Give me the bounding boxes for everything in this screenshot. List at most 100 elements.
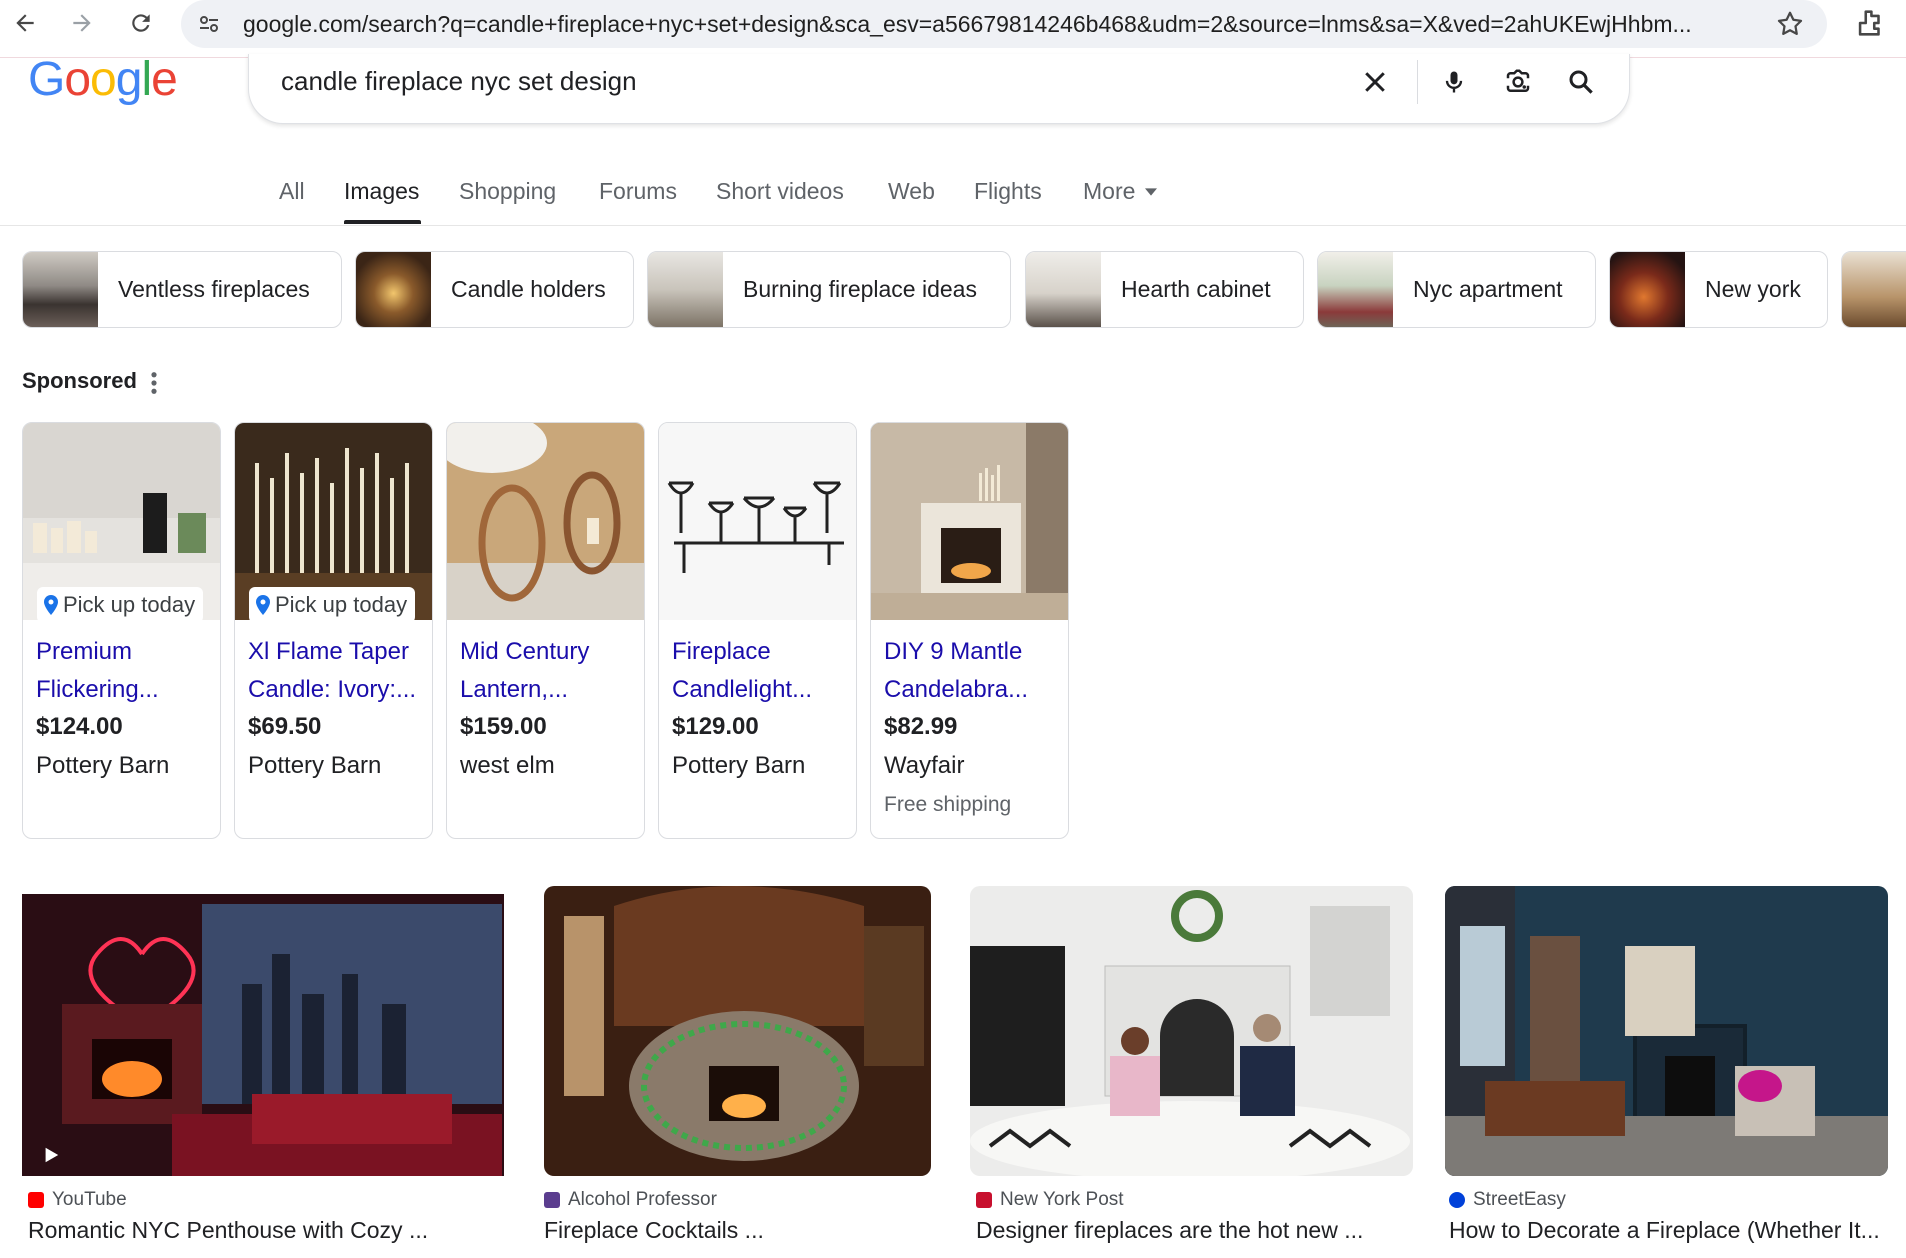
bookmark-star-icon[interactable]	[1775, 9, 1805, 39]
result-image	[1445, 886, 1888, 1176]
result-title[interactable]: Romantic NYC Penthouse with Cozy ...	[28, 1217, 428, 1244]
more-options-icon[interactable]	[150, 370, 164, 396]
streeteasy-icon	[1449, 1192, 1465, 1208]
result-source-name: Alcohol Professor	[568, 1189, 717, 1210]
chip-thumbnail	[648, 252, 723, 327]
result-title[interactable]: How to Decorate a Fireplace (Whether It.…	[1449, 1217, 1889, 1244]
search-tabs: All Images Shopping Forums Short videos …	[0, 170, 1906, 226]
product-store: west elm	[460, 752, 555, 779]
product-price: $159.00	[460, 713, 547, 740]
chip-label: Burning fireplace ideas	[743, 276, 977, 302]
result-source: New York Post	[976, 1189, 1124, 1211]
back-icon[interactable]	[5, 3, 45, 43]
product-title-line: Candle: Ivory:...	[248, 676, 417, 703]
result-source-name: New York Post	[1000, 1189, 1124, 1210]
product-title-line: Mid Century	[460, 638, 590, 665]
product-title-line: DIY 9 Mantle	[884, 638, 1023, 665]
result-image	[970, 886, 1413, 1176]
search-input[interactable]: candle fireplace nyc set design	[281, 66, 637, 97]
result-source: YouTube	[28, 1189, 127, 1211]
result-title[interactable]: Fireplace Cocktails ...	[544, 1217, 764, 1244]
product-title-line: Flickering...	[36, 676, 159, 703]
chip-ventless-fireplaces[interactable]: Ventless fireplaces	[22, 251, 342, 328]
address-bar[interactable]: google.com/search?q=candle+fireplace+nyc…	[181, 0, 1827, 48]
product-image	[447, 423, 644, 620]
product-title-line: Premium	[36, 638, 133, 665]
shipping-info: Free shipping	[884, 793, 1012, 816]
product-card[interactable]: Fireplace Candlelight... $129.00 Pottery…	[658, 422, 857, 839]
result-source-name: StreetEasy	[1473, 1189, 1566, 1210]
product-price: $69.50	[248, 713, 322, 740]
product-title[interactable]: Xl Flame Taper Candle: Ivory:...	[248, 633, 428, 709]
tab-more-label: More	[1083, 178, 1136, 204]
product-card[interactable]: Mid Century Lantern,... $159.00 west elm	[446, 422, 645, 839]
logo-letter: l	[141, 53, 152, 106]
tab-short-videos[interactable]: Short videos	[716, 178, 844, 205]
chip-label: Nyc apartment	[1413, 276, 1563, 302]
clear-icon[interactable]	[1357, 64, 1393, 100]
product-card[interactable]: DIY 9 Mantle Candelabra... $82.99 Wayfai…	[870, 422, 1069, 839]
chip-label: Candle holders	[451, 276, 606, 302]
chip-thumbnail	[356, 252, 431, 327]
tab-images[interactable]: Images	[344, 178, 419, 205]
alcohol-professor-icon	[544, 1192, 560, 1208]
youtube-icon	[28, 1192, 44, 1208]
pickup-text: Pick up today	[275, 592, 408, 617]
site-settings-icon[interactable]	[195, 10, 223, 38]
product-price: $82.99	[884, 713, 958, 740]
product-store: Pottery Barn	[248, 752, 382, 779]
product-title[interactable]: Mid Century Lantern,...	[460, 633, 640, 709]
product-title-line: Xl Flame Taper	[248, 638, 409, 665]
tab-flights[interactable]: Flights	[974, 178, 1042, 205]
result-title[interactable]: Designer fireplaces are the hot new ...	[976, 1217, 1363, 1244]
product-title[interactable]: Fireplace Candlelight...	[672, 633, 852, 709]
extensions-icon[interactable]	[1853, 6, 1887, 40]
product-image	[871, 423, 1068, 620]
chip-thumbnail	[1610, 252, 1685, 327]
tab-all[interactable]: All	[279, 178, 305, 205]
chip-nyc-apartment[interactable]: Nyc apartment	[1317, 251, 1596, 328]
camera-lens-icon[interactable]	[1500, 64, 1536, 100]
tab-more[interactable]: More	[1083, 178, 1158, 205]
product-title-line: Candelabra...	[884, 676, 1029, 703]
chip-burning-fireplace-ideas[interactable]: Burning fireplace ideas	[647, 251, 1011, 328]
product-card[interactable]: Pick up today Premium Flickering... $124…	[22, 422, 221, 839]
microphone-icon[interactable]	[1436, 64, 1472, 100]
tab-web[interactable]: Web	[888, 178, 935, 205]
product-title-line: Lantern,...	[460, 676, 569, 703]
product-title-line: Fireplace	[672, 638, 771, 665]
product-price: $129.00	[672, 713, 759, 740]
logo-letter: g	[115, 53, 143, 106]
new-york-post-icon	[976, 1192, 992, 1208]
logo-letter: G	[28, 53, 65, 106]
result-source: StreetEasy	[1449, 1189, 1566, 1211]
chip-label: New york	[1705, 276, 1801, 302]
tab-shopping[interactable]: Shopping	[459, 178, 556, 205]
search-box[interactable]: candle fireplace nyc set design	[248, 54, 1630, 124]
result-image	[22, 894, 504, 1176]
search-icon[interactable]	[1563, 64, 1599, 100]
chip-more-partial[interactable]	[1841, 251, 1906, 328]
reload-icon[interactable]	[121, 3, 161, 43]
product-store: Pottery Barn	[672, 752, 806, 779]
google-logo[interactable]: Google	[28, 52, 178, 107]
tab-forums[interactable]: Forums	[599, 178, 677, 205]
product-title[interactable]: DIY 9 Mantle Candelabra...	[884, 633, 1064, 709]
chip-thumbnail	[1026, 252, 1101, 327]
chip-thumbnail	[1842, 252, 1906, 327]
play-icon	[45, 1147, 59, 1163]
chip-candle-holders[interactable]: Candle holders	[355, 251, 634, 328]
result-source: Alcohol Professor	[544, 1189, 717, 1211]
product-title-line: Candlelight...	[672, 676, 813, 703]
product-card[interactable]: Pick up today Xl Flame Taper Candle: Ivo…	[234, 422, 433, 839]
search-separator	[1417, 60, 1418, 104]
url-text[interactable]: google.com/search?q=candle+fireplace+nyc…	[243, 11, 1743, 38]
browser-toolbar: google.com/search?q=candle+fireplace+nyc…	[0, 0, 1906, 58]
chip-new-york[interactable]: New york	[1609, 251, 1828, 328]
product-image	[659, 423, 856, 620]
caret-down-icon	[1145, 187, 1158, 196]
sponsored-label: Sponsored	[22, 368, 137, 393]
chip-hearth-cabinet[interactable]: Hearth cabinet	[1025, 251, 1304, 328]
forward-icon[interactable]	[62, 3, 102, 43]
product-title[interactable]: Premium Flickering...	[36, 633, 216, 709]
